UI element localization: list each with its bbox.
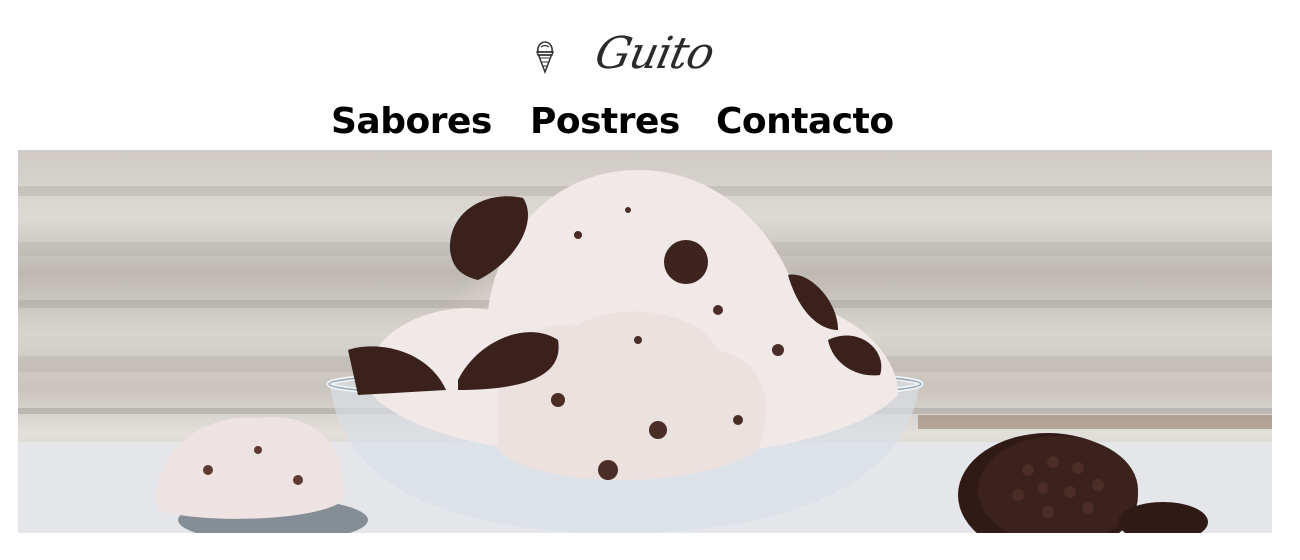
- site-header: Guito Sabores Postres Contacto: [0, 0, 1300, 150]
- brand-logo[interactable]: Guito: [589, 22, 719, 86]
- nav-link-contacto[interactable]: Contacto: [716, 95, 896, 149]
- main-nav: Sabores Postres Contacto: [331, 95, 896, 149]
- nav-link-postres[interactable]: Postres: [530, 95, 716, 149]
- hero-illustration: [18, 170, 1272, 533]
- hero-image: [18, 150, 1272, 533]
- small-ice-cream-scoop: [156, 416, 368, 533]
- nav-link-sabores[interactable]: Sabores: [331, 95, 530, 149]
- ice-cream-scoops: [367, 170, 898, 480]
- ice-cream-cone-icon[interactable]: [533, 38, 557, 75]
